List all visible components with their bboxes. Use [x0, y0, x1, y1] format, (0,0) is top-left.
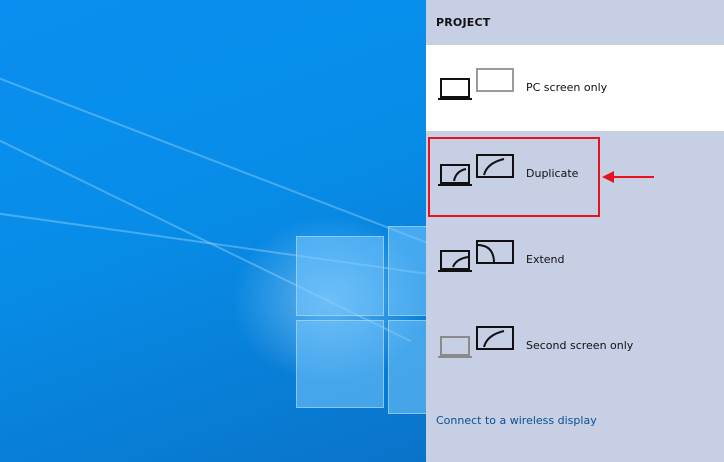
option-label: Second screen only	[526, 339, 634, 352]
windows-logo-pane	[388, 226, 426, 316]
extend-icon	[438, 240, 514, 272]
windows-logo-pane	[296, 236, 384, 316]
project-panel: PROJECT PC screen only Duplicate Extend	[426, 0, 724, 462]
windows-logo-pane	[296, 320, 384, 408]
option-extend[interactable]: Extend	[426, 217, 724, 303]
option-label: Extend	[526, 253, 565, 266]
option-label: PC screen only	[526, 81, 608, 94]
connect-wireless-display-link[interactable]: Connect to a wireless display	[436, 414, 597, 427]
pc-screen-only-icon	[438, 68, 514, 100]
panel-title: PROJECT	[436, 16, 491, 29]
second-screen-only-icon	[438, 326, 514, 358]
option-pc-screen-only[interactable]: PC screen only	[426, 45, 724, 131]
windows-logo-pane	[388, 320, 426, 414]
option-second-screen-only[interactable]: Second screen only	[426, 303, 724, 389]
desktop-wallpaper	[0, 0, 426, 462]
light-beam	[0, 70, 426, 244]
highlight-box	[428, 137, 600, 217]
pointer-arrow-icon	[602, 171, 654, 183]
